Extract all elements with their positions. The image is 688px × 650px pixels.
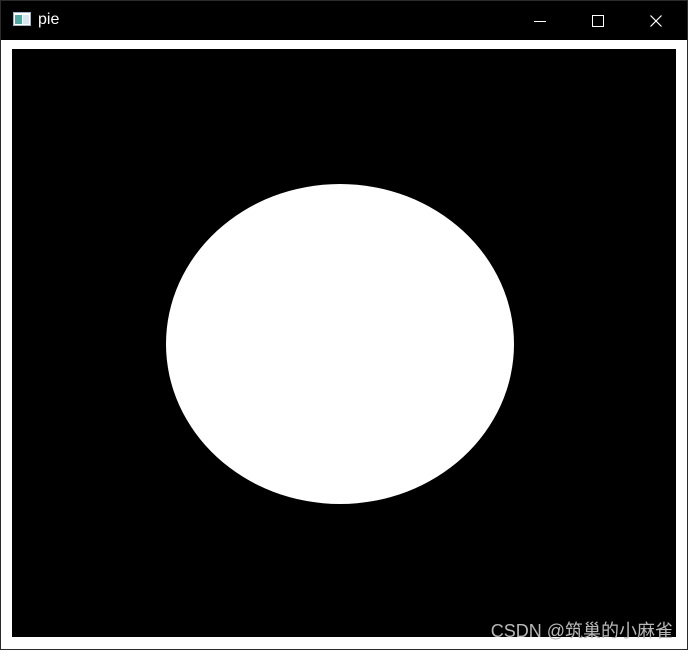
app-icon-left-pane bbox=[15, 15, 22, 24]
image-canvas bbox=[12, 49, 676, 637]
app-window: pie CSDN @筑巢的小麻雀 bbox=[0, 0, 688, 650]
white-ellipse bbox=[166, 184, 514, 504]
maximize-icon bbox=[592, 15, 604, 27]
minimize-icon bbox=[534, 21, 546, 22]
app-icon-right-pane bbox=[23, 15, 29, 24]
close-button[interactable] bbox=[627, 1, 685, 40]
maximize-button[interactable] bbox=[569, 1, 627, 40]
title-bar[interactable]: pie bbox=[1, 1, 687, 40]
window-title: pie bbox=[38, 11, 60, 28]
canvas-drawing bbox=[166, 184, 514, 504]
minimize-button[interactable] bbox=[511, 1, 569, 40]
watermark-text: CSDN @筑巢的小麻雀 bbox=[490, 621, 673, 641]
close-icon bbox=[650, 15, 662, 27]
app-window-icon bbox=[13, 12, 31, 26]
